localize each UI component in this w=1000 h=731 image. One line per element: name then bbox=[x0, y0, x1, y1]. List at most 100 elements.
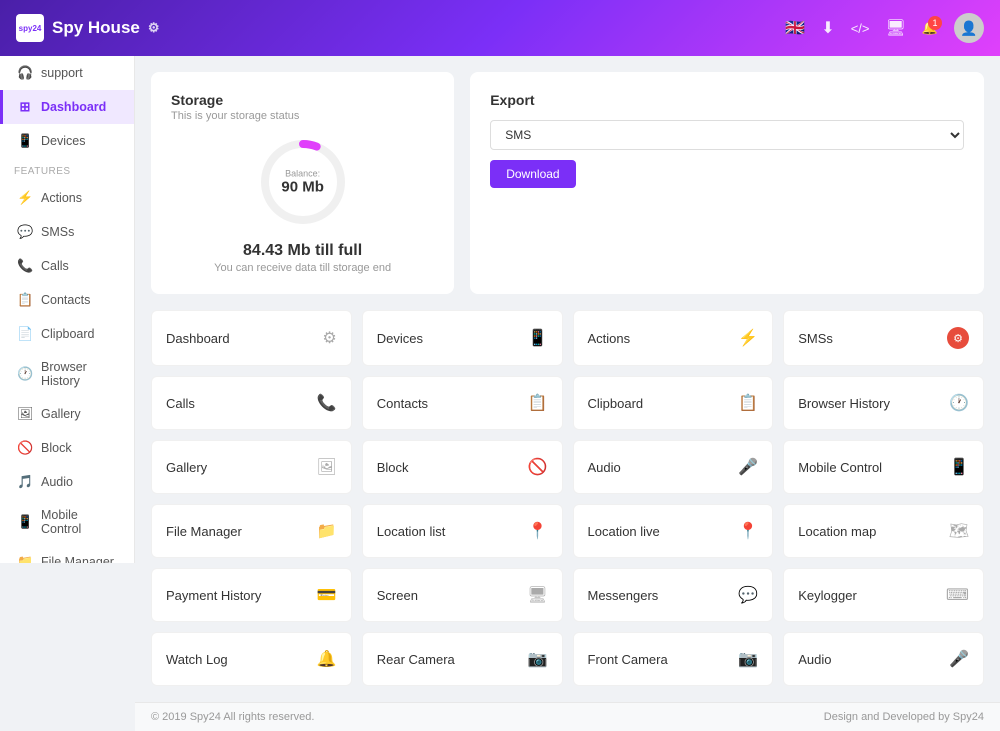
feature-card-location-map[interactable]: Location map 🗺 bbox=[783, 504, 984, 558]
main-content: Storage This is your storage status Bala… bbox=[135, 56, 1000, 702]
sidebar-item-mobile-control[interactable]: 📱 Mobile Control bbox=[0, 499, 134, 545]
devices-icon: 📱 bbox=[17, 133, 33, 149]
calls-card-icon: 📞 bbox=[317, 393, 337, 413]
keylogger-card-icon: ⌨ bbox=[946, 585, 969, 605]
block-card-icon: 🚫 bbox=[528, 457, 548, 477]
feature-card-watch-log[interactable]: Watch Log 🔔 bbox=[151, 632, 352, 686]
smss-gear-badge: ⚙ bbox=[947, 327, 969, 349]
code-icon[interactable]: </> bbox=[851, 21, 870, 36]
sidebar-gallery-label: Gallery bbox=[41, 407, 81, 421]
sidebar-mobile-control-label: Mobile Control bbox=[41, 508, 120, 536]
sidebar-item-support[interactable]: 🎧 support bbox=[0, 56, 134, 90]
balance-label: Balance: bbox=[281, 169, 324, 179]
feature-card-messengers[interactable]: Messengers 💬 bbox=[573, 568, 774, 622]
storage-card: Storage This is your storage status Bala… bbox=[151, 72, 454, 294]
feature-card-location-list[interactable]: Location list 📍 bbox=[362, 504, 563, 558]
avatar-icon: 👤 bbox=[960, 20, 977, 37]
storage-visual: Balance: 90 Mb 84.43 Mb till full You ca… bbox=[171, 132, 434, 274]
feature-card-actions[interactable]: Actions ⚡ bbox=[573, 310, 774, 366]
support-icon: 🎧 bbox=[17, 65, 33, 81]
sidebar: 🎧 support ⊞ Dashboard 📱 Devices FEATURES… bbox=[0, 56, 135, 563]
front-camera-card-icon: 📷 bbox=[738, 649, 758, 669]
sidebar-item-gallery[interactable]: 🖼 Gallery bbox=[0, 397, 134, 431]
download-icon[interactable]: ⬇ bbox=[821, 18, 834, 38]
sidebar-dashboard-label: Dashboard bbox=[41, 100, 106, 114]
storage-subtitle: This is your storage status bbox=[171, 110, 434, 122]
sidebar-item-contacts[interactable]: 📋 Contacts bbox=[0, 283, 134, 317]
flag-icon[interactable]: 🇬🇧 bbox=[785, 18, 805, 38]
mobile-control-icon: 📱 bbox=[17, 514, 33, 530]
feature-card-keylogger[interactable]: Keylogger ⌨ bbox=[783, 568, 984, 622]
feature-card-location-live[interactable]: Location live 📍 bbox=[573, 504, 774, 558]
feature-card-rear-camera[interactable]: Rear Camera 📷 bbox=[362, 632, 563, 686]
feature-card-front-camera[interactable]: Front Camera 📷 bbox=[573, 632, 774, 686]
feature-card-audio[interactable]: Audio 🎤 bbox=[573, 440, 774, 494]
storage-donut: Balance: 90 Mb bbox=[253, 132, 353, 232]
feature-card-block[interactable]: Block 🚫 bbox=[362, 440, 563, 494]
sidebar-item-calls[interactable]: 📞 Calls bbox=[0, 249, 134, 283]
sidebar-item-file-manager[interactable]: 📁 File Manager bbox=[0, 545, 134, 563]
feature-card-mobile-control[interactable]: Mobile Control 📱 bbox=[783, 440, 984, 494]
feature-card-gallery[interactable]: Gallery 🖼 bbox=[151, 440, 352, 494]
notification-badge: 1 bbox=[928, 16, 942, 30]
location-map-card-icon: 🗺 bbox=[949, 521, 969, 541]
export-select[interactable]: SMS Calls Contacts Browser History bbox=[490, 120, 964, 150]
feature-card-devices[interactable]: Devices 📱 bbox=[362, 310, 563, 366]
feature-card-smss[interactable]: SMSs ⚙ bbox=[783, 310, 984, 366]
feature-card-dashboard[interactable]: Dashboard ⚙ bbox=[151, 310, 352, 366]
screen-card-icon: 🖥 bbox=[527, 585, 547, 605]
browser-history-icon: 🕐 bbox=[17, 366, 33, 382]
storage-title: Storage bbox=[171, 92, 434, 108]
contacts-card-icon: 📋 bbox=[528, 393, 548, 413]
header-gear-icon[interactable]: ⚙ bbox=[148, 20, 160, 36]
balance-value: 90 Mb bbox=[281, 179, 324, 196]
storage-text: 84.43 Mb till full You can receive data … bbox=[214, 242, 391, 274]
feature-card-payment-history[interactable]: Payment History 💳 bbox=[151, 568, 352, 622]
file-manager-card-icon: 📁 bbox=[317, 521, 337, 541]
feature-card-screen[interactable]: Screen 🖥 bbox=[362, 568, 563, 622]
sidebar-item-block[interactable]: 🚫 Block bbox=[0, 431, 134, 465]
sidebar-devices-label: Devices bbox=[41, 134, 85, 148]
dashboard-icon: ⊞ bbox=[17, 99, 33, 115]
sidebar-browser-history-label: Browser History bbox=[41, 360, 120, 388]
donut-label: Balance: 90 Mb bbox=[281, 169, 324, 196]
sidebar-item-smss[interactable]: 💬 SMSs bbox=[0, 215, 134, 249]
feature-card-file-manager[interactable]: File Manager 📁 bbox=[151, 504, 352, 558]
sidebar-item-audio[interactable]: 🎵 Audio bbox=[0, 465, 134, 499]
watch-log-card-icon: 🔔 bbox=[317, 649, 337, 669]
export-card: Export SMS Calls Contacts Browser Histor… bbox=[470, 72, 984, 294]
block-icon: 🚫 bbox=[17, 440, 33, 456]
feature-card-contacts[interactable]: Contacts 📋 bbox=[362, 376, 563, 430]
footer-credit: Design and Developed by Spy24 bbox=[824, 711, 984, 723]
monitor-icon[interactable]: 🖥 bbox=[886, 18, 906, 38]
feature-card-calls[interactable]: Calls 📞 bbox=[151, 376, 352, 430]
sidebar-item-dashboard[interactable]: ⊞ Dashboard bbox=[0, 90, 134, 124]
gallery-card-icon: 🖼 bbox=[316, 457, 336, 477]
dashboard-card-icon: ⚙ bbox=[322, 328, 336, 348]
top-cards-row: Storage This is your storage status Bala… bbox=[151, 72, 984, 294]
header-logo: spy24 Spy House ⚙ bbox=[16, 14, 785, 42]
sidebar-clipboard-label: Clipboard bbox=[41, 327, 95, 341]
mobile-control-card-icon: 📱 bbox=[949, 457, 969, 477]
sidebar-item-devices[interactable]: 📱 Devices bbox=[0, 124, 134, 158]
feature-card-clipboard[interactable]: Clipboard 📋 bbox=[573, 376, 774, 430]
notification-bell[interactable]: 🔔 1 bbox=[922, 20, 938, 36]
actions-card-icon: ⚡ bbox=[738, 328, 758, 348]
export-title: Export bbox=[490, 92, 964, 108]
gallery-icon: 🖼 bbox=[17, 406, 33, 422]
sidebar-item-actions[interactable]: ⚡ Actions bbox=[0, 181, 134, 215]
mb-full-text: 84.43 Mb till full bbox=[214, 242, 391, 260]
audio-card-icon: 🎤 bbox=[738, 457, 758, 477]
sidebar-item-clipboard[interactable]: 📄 Clipboard bbox=[0, 317, 134, 351]
sidebar-item-browser-history[interactable]: 🕐 Browser History bbox=[0, 351, 134, 397]
download-button[interactable]: Download bbox=[490, 160, 575, 188]
audio-icon: 🎵 bbox=[17, 474, 33, 490]
rear-camera-card-icon: 📷 bbox=[528, 649, 548, 669]
audio2-card-icon: 🎤 bbox=[949, 649, 969, 669]
feature-card-browser-history[interactable]: Browser History 🕐 bbox=[783, 376, 984, 430]
user-avatar[interactable]: 👤 bbox=[954, 13, 984, 43]
browser-history-card-icon: 🕐 bbox=[949, 393, 969, 413]
clipboard-card-icon: 📋 bbox=[738, 393, 758, 413]
feature-card-audio2[interactable]: Audio 🎤 bbox=[783, 632, 984, 686]
features-section-label: FEATURES bbox=[0, 158, 134, 181]
